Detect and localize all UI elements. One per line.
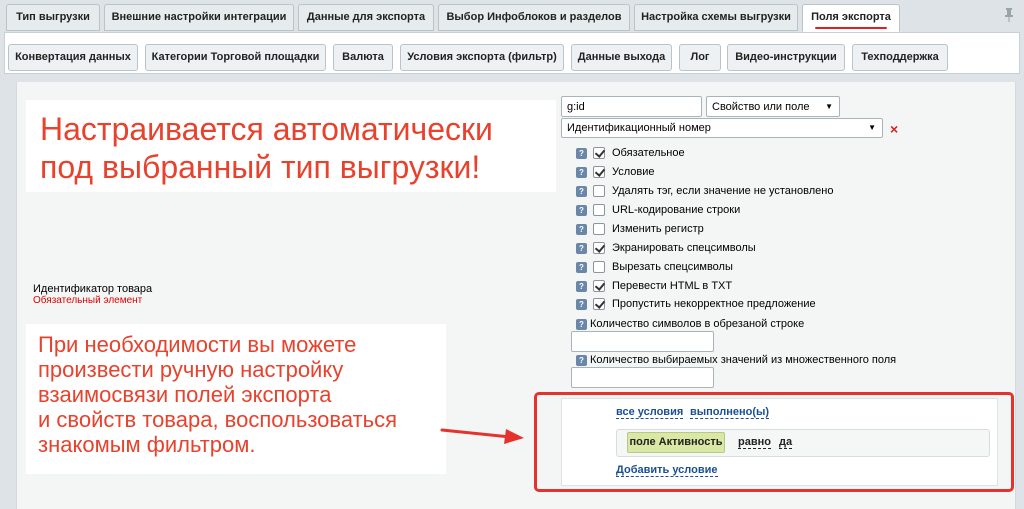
arrow-right-icon	[440, 428, 524, 444]
help-icon[interactable]: ?	[576, 242, 587, 254]
trim-length-input[interactable]	[571, 331, 714, 352]
multi-count-input[interactable]	[571, 367, 714, 388]
option-strip-chars[interactable]: ? Вырезать спецсимволы	[576, 260, 733, 274]
checkbox[interactable]	[593, 280, 605, 292]
callout-auto-config: Настраивается автоматически под выбранны…	[26, 100, 556, 192]
callout-line: взаимосвязи полей экспорта	[38, 382, 332, 407]
checkbox[interactable]	[593, 204, 605, 216]
help-icon[interactable]: ?	[576, 166, 587, 178]
tab-integration-settings[interactable]: Внешние настройки интеграции	[104, 4, 294, 31]
source-field-select[interactable]: Идентификационный номер ▼	[561, 118, 883, 138]
help-icon[interactable]: ?	[576, 223, 587, 235]
multi-count-label: Количество выбираемых значений из множес…	[590, 354, 897, 366]
source-type-select[interactable]: Свойство или поле ▼	[706, 96, 840, 117]
help-icon[interactable]: ?	[576, 318, 587, 330]
help-icon[interactable]: ?	[576, 261, 587, 273]
subtab-marketplace-categories[interactable]: Категории Торговой площадки	[145, 44, 326, 71]
subtab-output-data[interactable]: Данные выхода	[571, 44, 672, 71]
callout-line: знакомым фильтром.	[38, 432, 256, 457]
option-label: URL-кодирование строки	[612, 204, 741, 216]
callout-line: произвести ручную настройку	[38, 357, 344, 382]
tab-export-type[interactable]: Тип выгрузки	[6, 4, 100, 31]
callout-manual-config: При необходимости вы можете произвести р…	[26, 324, 446, 474]
checkbox[interactable]	[593, 261, 605, 273]
tab-schema[interactable]: Настройка схемы выгрузки	[634, 4, 798, 31]
field-required-note: Обязательный элемент	[33, 295, 143, 306]
trim-length-label: Количество символов в обрезаной строке	[590, 318, 805, 330]
option-label: Изменить регистр	[612, 223, 704, 235]
tab-export-fields[interactable]: Поля экспорта	[802, 4, 900, 32]
help-icon[interactable]: ?	[576, 354, 587, 366]
active-tab-underline	[815, 27, 887, 29]
trim-length-label-row: ? Количество символов в обрезаной строке	[576, 317, 804, 331]
help-icon[interactable]: ?	[576, 280, 587, 292]
subtab-video-instructions[interactable]: Видео-инструкции	[727, 44, 845, 71]
callout-auto-config-line2: под выбранный тип выгрузки!	[40, 149, 481, 185]
subtab-export-conditions[interactable]: Условия экспорта (фильтр)	[400, 44, 564, 71]
remove-mapping-icon[interactable]: ×	[890, 121, 898, 137]
option-required[interactable]: ? Обязательное	[576, 146, 685, 160]
help-icon[interactable]: ?	[576, 204, 587, 216]
callout-line: и свойств товара, воспользоваться	[38, 407, 398, 432]
option-html-to-txt[interactable]: ? Перевести HTML в TXT	[576, 279, 732, 293]
condition-value[interactable]: да	[779, 436, 793, 449]
checkbox[interactable]	[593, 147, 605, 159]
source-type-value: Свойство или поле	[712, 101, 810, 113]
add-condition-link[interactable]: Добавить условие	[616, 464, 718, 477]
checkbox[interactable]	[593, 166, 605, 178]
option-condition[interactable]: ? Условие	[576, 165, 655, 179]
option-escape-chars[interactable]: ? Экранировать спецсимволы	[576, 241, 756, 255]
condition-operator[interactable]: равно	[738, 436, 771, 449]
multi-count-label-row: ? Количество выбираемых значений из множ…	[576, 353, 896, 367]
subtab-support[interactable]: Техподдержка	[852, 44, 948, 71]
condition-field-chip[interactable]: поле Активность	[627, 432, 725, 453]
help-icon[interactable]: ?	[576, 298, 587, 310]
option-change-case[interactable]: ? Изменить регистр	[576, 222, 704, 236]
option-url-encode[interactable]: ? URL-кодирование строки	[576, 203, 740, 217]
pin-icon[interactable]	[1004, 8, 1014, 22]
checkbox[interactable]	[593, 298, 605, 310]
chevron-down-icon: ▼	[825, 102, 833, 111]
chevron-down-icon: ▼	[868, 123, 876, 132]
tag-name-input[interactable]: g:id	[561, 96, 702, 117]
option-label: Условие	[612, 166, 655, 178]
filter-fulfilled-link[interactable]: выполнено(ы)	[690, 406, 770, 419]
help-icon[interactable]: ?	[576, 185, 587, 197]
option-label: Вырезать спецсимволы	[612, 261, 733, 273]
option-label: Обязательное	[612, 147, 685, 159]
option-remove-empty-tag[interactable]: ? Удалять тэг, если значение не установл…	[576, 184, 833, 198]
subtab-currency[interactable]: Валюта	[333, 44, 393, 71]
option-skip-invalid[interactable]: ? Пропустить некорректное предложение	[576, 297, 816, 311]
subtab-conversion[interactable]: Конвертация данных	[8, 44, 138, 71]
option-label: Удалять тэг, если значение не установлен…	[612, 185, 834, 197]
checkbox[interactable]	[593, 185, 605, 197]
tab-export-data[interactable]: Данные для экспорта	[298, 4, 434, 31]
callout-line: При необходимости вы можете	[38, 332, 357, 357]
tab-iblocks[interactable]: Выбор Инфоблоков и разделов	[438, 4, 630, 31]
checkbox[interactable]	[593, 223, 605, 235]
option-label: Пропустить некорректное предложение	[612, 298, 816, 310]
callout-auto-config-line1: Настраивается автоматически	[40, 111, 493, 147]
filter-all-conditions-link[interactable]: все условия	[616, 406, 684, 419]
tab-export-fields-label: Поля экспорта	[811, 11, 891, 23]
help-icon[interactable]: ?	[576, 147, 587, 159]
option-label: Экранировать спецсимволы	[612, 242, 756, 254]
source-field-value: Идентификационный номер	[567, 122, 711, 134]
subtab-log[interactable]: Лог	[679, 44, 721, 71]
option-label: Перевести HTML в TXT	[612, 280, 733, 292]
checkbox[interactable]	[593, 242, 605, 254]
main-tab-bar: Тип выгрузки Внешние настройки интеграци…	[0, 0, 1024, 36]
field-label: Идентификатор товара	[33, 283, 153, 295]
